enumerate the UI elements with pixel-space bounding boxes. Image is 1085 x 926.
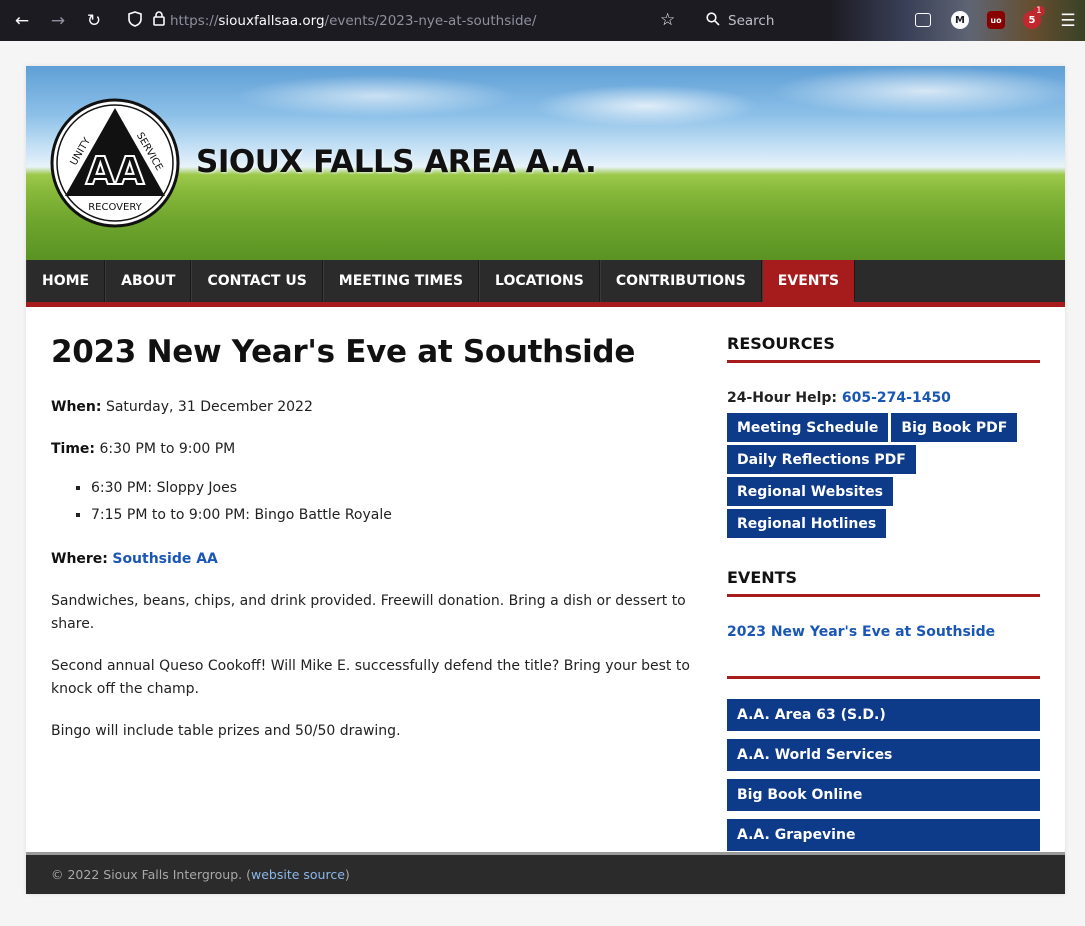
meeting-schedule-button[interactable]: Meeting Schedule bbox=[727, 413, 889, 442]
footer-copyright: © 2022 Sioux Falls Intergroup. ( bbox=[51, 867, 251, 882]
nav-item-contact-us[interactable]: CONTACT US bbox=[191, 260, 323, 302]
events-heading: EVENTS bbox=[727, 568, 1040, 597]
extension-badge-count: 1 bbox=[1033, 6, 1045, 16]
address-bar[interactable]: https://siouxfallsaa.org/events/2023-nye… bbox=[122, 4, 692, 37]
schedule-item: 7:15 PM to to 9:00 PM: Bingo Battle Roya… bbox=[91, 502, 691, 529]
time-value: 6:30 PM to 9:00 PM bbox=[99, 441, 236, 457]
logo-center-text: AA bbox=[86, 149, 145, 193]
back-arrow-icon[interactable]: ← bbox=[4, 0, 40, 41]
nav-item-events[interactable]: EVENTS bbox=[761, 260, 856, 302]
footer: © 2022 Sioux Falls Intergroup. (website … bbox=[26, 852, 1065, 894]
sidebar-event-link[interactable]: 2023 New Year's Eve at Southside bbox=[727, 624, 1040, 640]
footer-close: ) bbox=[344, 867, 350, 882]
url-text[interactable]: https://siouxfallsaa.org/events/2023-nye… bbox=[170, 13, 536, 29]
event-description-1: Sandwiches, beans, chips, and drink prov… bbox=[51, 593, 686, 632]
help-line: 24-Hour Help: 605-274-1450 bbox=[727, 390, 1040, 406]
forward-arrow-icon[interactable]: → bbox=[40, 0, 76, 41]
where-label: Where: bbox=[51, 551, 108, 567]
nav-item-about[interactable]: ABOUT bbox=[105, 260, 192, 302]
nav-item-home[interactable]: HOME bbox=[26, 260, 106, 302]
event-description-2: Second annual Queso Cookoff! Will Mike E… bbox=[51, 658, 690, 697]
when-label: When: bbox=[51, 399, 102, 415]
sidebar: RESOURCES 24-Hour Help: 605-274-1450 Mee… bbox=[727, 334, 1040, 859]
logo-bottom-text: RECOVERY bbox=[88, 202, 142, 213]
divider bbox=[727, 676, 1040, 679]
world-services-button[interactable]: A.A. World Services bbox=[727, 739, 1040, 771]
event-when: When: Saturday, 31 December 2022 bbox=[51, 396, 691, 419]
event-time: Time: 6:30 PM to 9:00 PM bbox=[51, 438, 691, 461]
event-where: Where: Southside AA bbox=[51, 548, 691, 571]
when-value: Saturday, 31 December 2022 bbox=[105, 399, 313, 415]
header-banner: AA UNITY SERVICE RECOVERY SIOUX FALLS AR… bbox=[26, 66, 1065, 260]
extension-m-icon[interactable]: M bbox=[951, 11, 969, 29]
nav-item-meeting-times[interactable]: MEETING TIMES bbox=[322, 260, 480, 302]
lock-icon[interactable] bbox=[148, 11, 170, 30]
daily-reflections-button[interactable]: Daily Reflections PDF bbox=[727, 445, 916, 474]
help-phone-link[interactable]: 605-274-1450 bbox=[842, 390, 951, 406]
area-63-button[interactable]: A.A. Area 63 (S.D.) bbox=[727, 699, 1040, 731]
nav-item-locations[interactable]: LOCATIONS bbox=[479, 260, 600, 302]
ublock-icon[interactable]: uo bbox=[987, 11, 1005, 29]
big-book-online-button[interactable]: Big Book Online bbox=[727, 779, 1040, 811]
page-title: 2023 New Year's Eve at Southside bbox=[51, 334, 636, 370]
url-prefix: https:// bbox=[170, 12, 219, 29]
shield-icon[interactable] bbox=[122, 10, 148, 31]
website-source-link[interactable]: website source bbox=[251, 867, 345, 882]
help-label: 24-Hour Help: bbox=[727, 390, 838, 406]
event-schedule: 6:30 PM: Sloppy Joes 7:15 PM to to 9:00 … bbox=[91, 475, 691, 529]
time-label: Time: bbox=[51, 441, 96, 457]
resources-heading: RESOURCES bbox=[727, 334, 1040, 363]
pocket-icon[interactable] bbox=[915, 13, 931, 27]
url-path: /events/2023-nye-at-southside/ bbox=[324, 12, 537, 29]
search-icon bbox=[706, 11, 720, 30]
main-nav: HOME ABOUT CONTACT US MEETING TIMES LOCA… bbox=[26, 260, 1065, 307]
schedule-item: 6:30 PM: Sloppy Joes bbox=[91, 475, 691, 502]
site-title[interactable]: SIOUX FALLS AREA A.A. bbox=[196, 144, 597, 180]
url-host: siouxfallsaa.org bbox=[218, 12, 325, 29]
resource-buttons: Meeting Schedule Big Book PDF Daily Refl… bbox=[727, 413, 1040, 538]
where-link[interactable]: Southside AA bbox=[112, 551, 218, 567]
event-content: 2023 New Year's Eve at Southside When: S… bbox=[51, 334, 691, 762]
menu-icon[interactable]: ☰ bbox=[1050, 0, 1085, 41]
page-container: AA UNITY SERVICE RECOVERY SIOUX FALLS AR… bbox=[26, 66, 1065, 894]
aa-logo[interactable]: AA UNITY SERVICE RECOVERY bbox=[50, 98, 180, 228]
nav-item-contributions[interactable]: CONTRIBUTIONS bbox=[599, 260, 762, 302]
bookmark-star-icon[interactable]: ☆ bbox=[660, 10, 675, 30]
grapevine-button[interactable]: A.A. Grapevine bbox=[727, 819, 1040, 851]
event-description-3: Bingo will include table prizes and 50/5… bbox=[51, 723, 401, 739]
big-book-pdf-button[interactable]: Big Book PDF bbox=[891, 413, 1018, 442]
reload-icon[interactable]: ↻ bbox=[76, 0, 112, 41]
regional-hotlines-button[interactable]: Regional Hotlines bbox=[727, 509, 887, 538]
regional-websites-button[interactable]: Regional Websites bbox=[727, 477, 893, 506]
search-placeholder: Search bbox=[728, 12, 775, 29]
